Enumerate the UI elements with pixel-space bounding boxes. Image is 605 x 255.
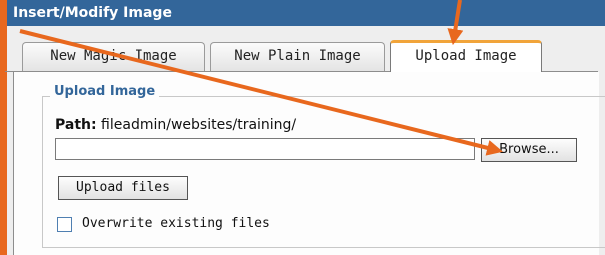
overwrite-checkbox[interactable] bbox=[57, 217, 72, 232]
path-row: Path: fileadmin/websites/training/ bbox=[55, 117, 296, 133]
overwrite-label: Overwrite existing files bbox=[82, 216, 270, 231]
dialog-title: Insert/Modify Image bbox=[7, 0, 605, 26]
tab-new-plain-image[interactable]: New Plain Image bbox=[210, 42, 385, 71]
tab-new-magic-image[interactable]: New Magic Image bbox=[22, 42, 205, 71]
upload-legend: Upload Image bbox=[50, 84, 160, 99]
tab-upload-image[interactable]: Upload Image bbox=[390, 40, 542, 72]
file-path-input[interactable] bbox=[55, 138, 475, 160]
path-value: fileadmin/websites/training/ bbox=[101, 117, 297, 133]
annotation-left-bar bbox=[0, 0, 7, 255]
upload-files-button[interactable]: Upload files bbox=[58, 176, 188, 200]
path-label: Path: bbox=[55, 117, 97, 133]
browse-button[interactable]: Browse... bbox=[481, 138, 577, 162]
